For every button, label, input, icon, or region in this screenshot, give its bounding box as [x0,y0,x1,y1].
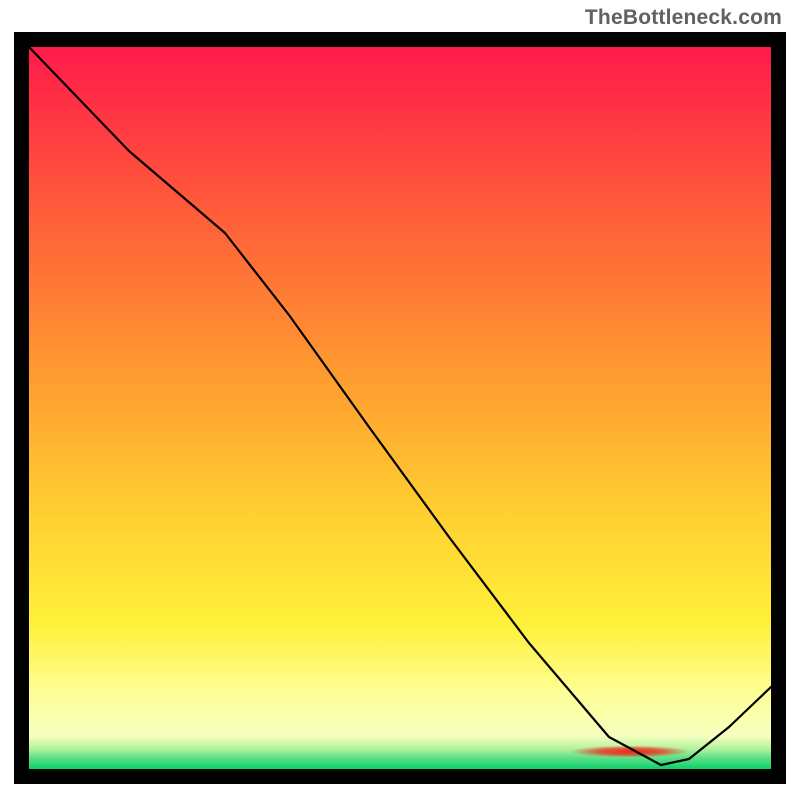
chart-stage: TheBottleneck.com [0,0,800,800]
plot-area [29,47,771,769]
line-layer [29,47,771,769]
curve-line [29,47,771,765]
chart-frame [14,32,786,784]
watermark-text: TheBottleneck.com [585,6,782,30]
